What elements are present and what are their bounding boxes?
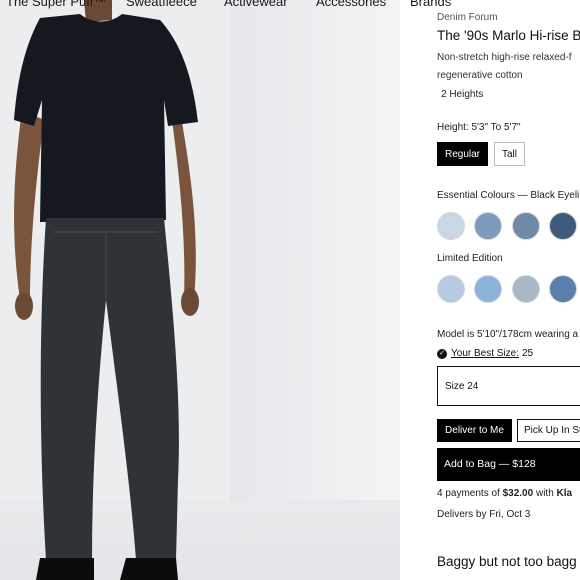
best-size-value: 25: [522, 348, 534, 359]
limited-colour-swatch[interactable]: [512, 275, 540, 303]
height-label: Height: 5'3" To 5'7": [437, 122, 521, 133]
limited-edition-label: Limited Edition: [437, 253, 503, 264]
height-option-tall[interactable]: Tall: [494, 142, 525, 166]
height-option-regular[interactable]: Regular: [437, 142, 488, 166]
product-details: Denim Forum The '90s Marlo Hi-rise B Non…: [437, 0, 580, 580]
add-to-bag-button[interactable]: Add to Bag — $128: [437, 448, 580, 481]
product-description: Non-stretch high-rise relaxed-f regenera…: [437, 49, 572, 85]
limited-colour-swatch[interactable]: [474, 275, 502, 303]
nav-item-super-puff[interactable]: The Super Puff™: [6, 0, 106, 9]
delivery-date: Delivers by Fri, Oct 3: [437, 509, 531, 520]
limited-colour-swatch[interactable]: [437, 275, 465, 303]
pick-up-in-store-button[interactable]: Pick Up In St: [517, 419, 580, 442]
nav-item-brands[interactable]: Brands: [410, 0, 451, 9]
nav-item-accessories[interactable]: Accessories: [316, 0, 386, 9]
payments-info: 4 payments of $32.00 with Kla: [437, 488, 572, 499]
top-nav: The Super Puff™ Sweatfleece Activewear A…: [0, 0, 580, 10]
model-info: Model is 5'10"/178cm wearing a: [437, 329, 579, 340]
payments-prefix: 4 payments of: [437, 488, 503, 499]
heights-chip: 2 Heights: [437, 86, 488, 104]
payments-amount: $32.00: [502, 488, 534, 499]
description-line-1: Non-stretch high-rise relaxed-f: [437, 52, 572, 63]
nav-item-activewear[interactable]: Activewear: [224, 0, 288, 9]
model-figure: [14, 0, 199, 580]
colour-swatch[interactable]: [437, 212, 465, 240]
colour-swatch[interactable]: [474, 212, 502, 240]
deliver-to-me-button[interactable]: Deliver to Me: [437, 419, 512, 442]
product-tagline: Baggy but not too bagg: [437, 554, 577, 569]
brand-name[interactable]: Denim Forum: [437, 12, 498, 23]
product-photo[interactable]: [0, 0, 400, 580]
size-select[interactable]: Size 24: [437, 366, 580, 406]
description-line-2: regenerative cotton: [437, 70, 523, 81]
payments-suffix: with: [533, 488, 557, 499]
product-title: The '90s Marlo Hi-rise B: [437, 28, 580, 43]
colour-swatch[interactable]: [549, 212, 577, 240]
best-size-link[interactable]: Your Best Size:: [451, 348, 519, 359]
colour-swatch[interactable]: [512, 212, 540, 240]
payments-provider-logo[interactable]: Kla: [557, 488, 573, 499]
limited-colour-swatch[interactable]: [549, 275, 577, 303]
fit-info-icon: ✓: [437, 349, 447, 359]
nav-item-sweatfleece[interactable]: Sweatfleece: [126, 0, 197, 9]
size-select-value: Size 24: [445, 381, 479, 392]
essential-colours-label: Essential Colours — Black Eyeli: [437, 190, 580, 201]
